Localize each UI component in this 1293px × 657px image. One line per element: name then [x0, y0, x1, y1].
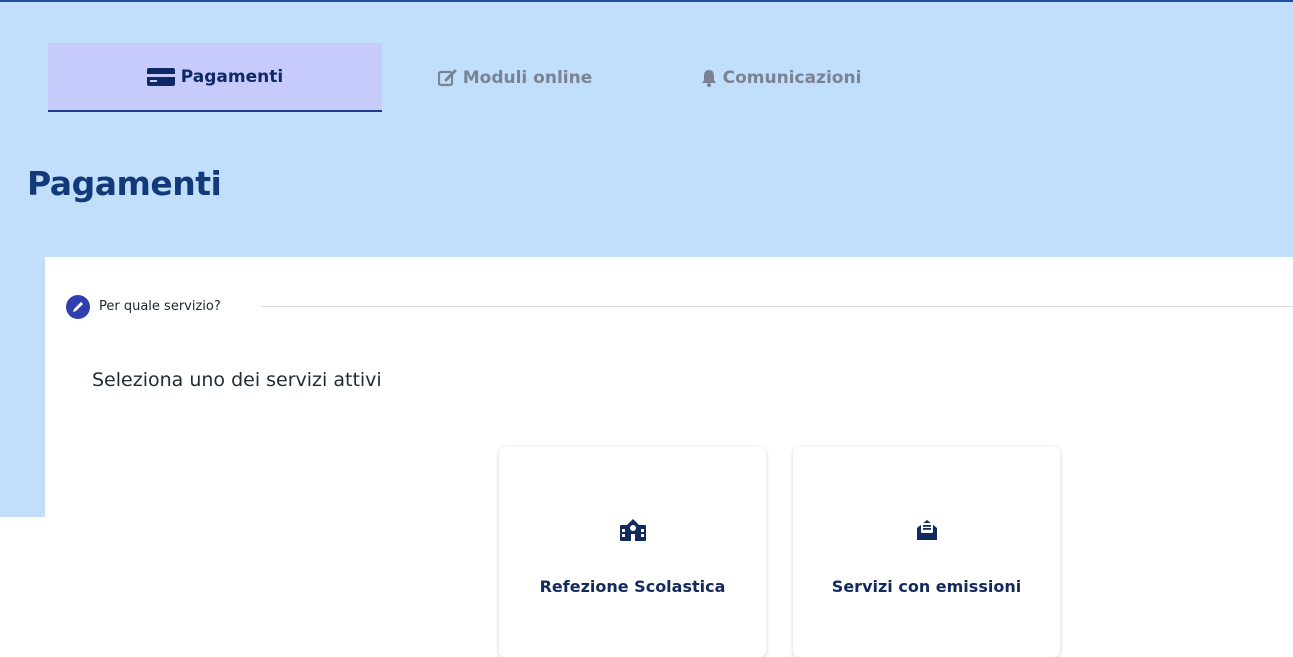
service-card-servizi-con-emissioni[interactable]: Servizi con emissioni	[793, 447, 1060, 657]
tab-moduli-online[interactable]: Moduli online	[382, 43, 648, 112]
school-icon	[499, 519, 766, 541]
pencil-icon	[66, 295, 90, 319]
step-divider	[262, 306, 1293, 307]
service-label: Servizi con emissioni	[831, 577, 1022, 596]
edit-icon	[437, 69, 457, 87]
tab-label: Pagamenti	[180, 66, 284, 87]
tab-label: Comunicazioni	[722, 67, 862, 88]
section-tabs: Pagamenti Moduli online Comunicazioni	[48, 43, 914, 112]
step-label: Per quale servizio?	[99, 299, 221, 314]
credit-card-icon	[146, 67, 175, 86]
service-label: Refezione Scolastica	[539, 577, 726, 596]
tab-label: Moduli online	[462, 67, 593, 88]
service-card-refezione-scolastica[interactable]: Refezione Scolastica	[499, 447, 766, 657]
bell-icon	[701, 69, 717, 87]
intro-text: Seleziona uno dei servizi attivi	[92, 369, 382, 391]
tab-pagamenti[interactable]: Pagamenti	[48, 43, 382, 112]
tab-comunicazioni[interactable]: Comunicazioni	[648, 43, 914, 112]
left-strip	[0, 255, 45, 517]
envelope-open-icon	[793, 519, 1060, 541]
page-title: Pagamenti	[27, 164, 222, 203]
